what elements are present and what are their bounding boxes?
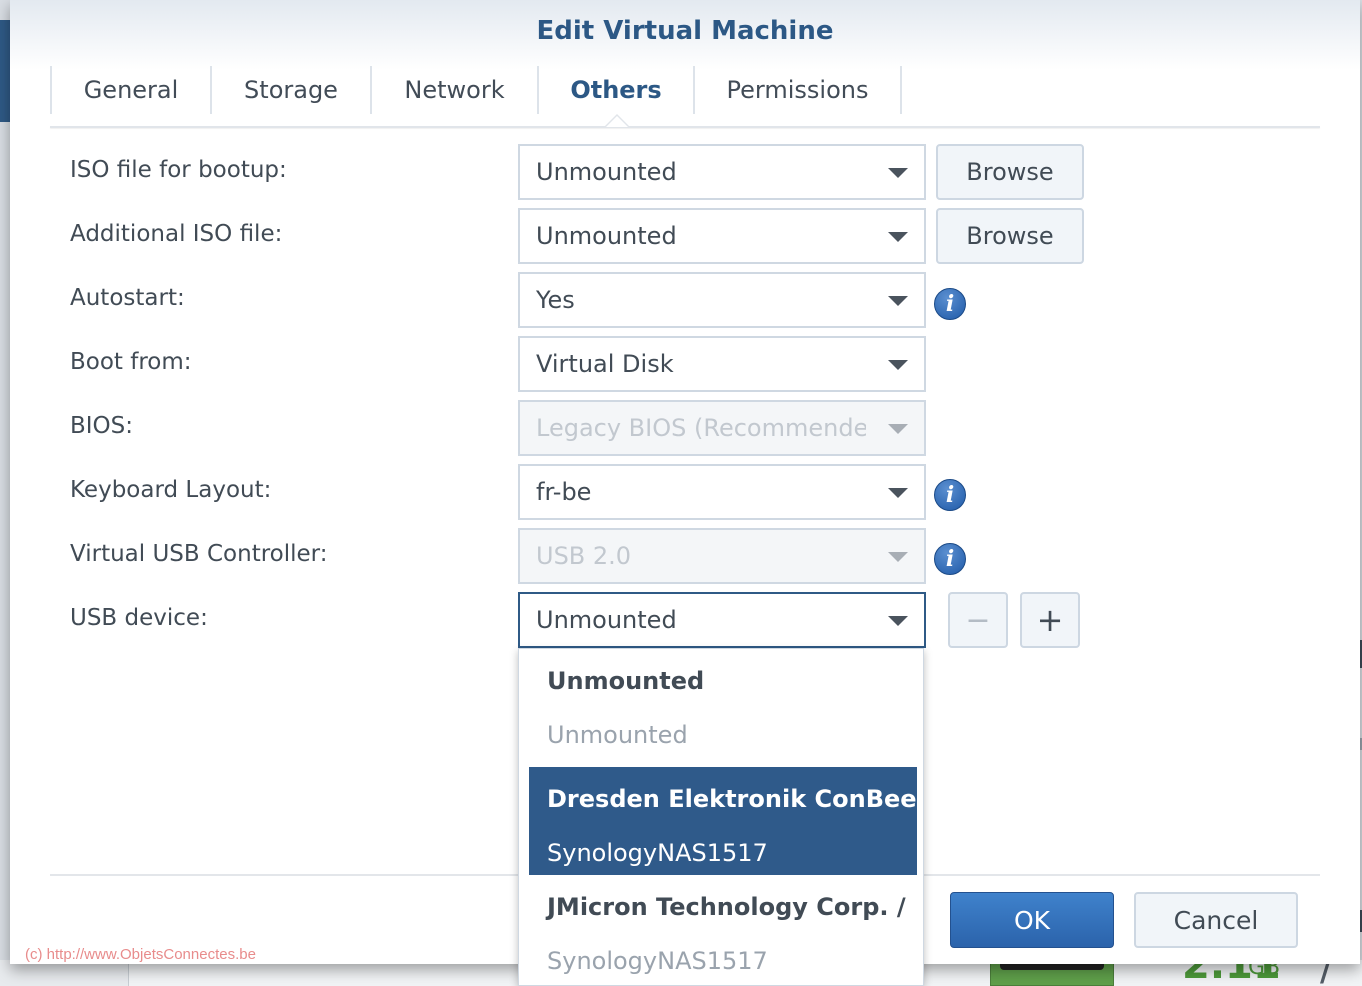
usb-controller-info-icon[interactable]: i (934, 543, 966, 575)
additional-iso-value: Unmounted (536, 222, 677, 250)
tab-permissions[interactable]: Permissions (693, 66, 902, 114)
tab-storage[interactable]: Storage (210, 66, 370, 114)
ok-button[interactable]: OK (950, 892, 1114, 948)
option-title: Unmounted (547, 667, 705, 695)
cancel-button[interactable]: Cancel (1134, 892, 1298, 948)
boot-from-label: Boot from: (70, 349, 192, 375)
keyboard-layout-value: fr-be (536, 478, 592, 506)
chevron-down-icon (888, 616, 908, 626)
bios-label: BIOS: (70, 413, 134, 439)
autostart-value: Yes (536, 286, 575, 314)
usb-controller-select: USB 2.0 (518, 528, 926, 584)
usb-option-conbee[interactable]: Dresden Elektronik ConBee SynologyNAS151… (529, 767, 917, 875)
chevron-down-icon (888, 296, 908, 306)
option-title: Dresden Elektronik ConBee (547, 785, 917, 813)
chevron-down-icon (888, 232, 908, 242)
chevron-down-icon (888, 424, 908, 434)
bios-value: Legacy BIOS (Recommended) (536, 414, 866, 442)
dialog-title: Edit Virtual Machine (536, 16, 834, 46)
additional-iso-browse-button[interactable]: Browse (936, 208, 1084, 264)
tab-network[interactable]: Network (370, 66, 537, 114)
tab-others[interactable]: Others (537, 66, 693, 114)
keyboard-layout-select[interactable]: fr-be (518, 464, 926, 520)
usb-device-dropdown: Unmounted Unmounted Dresden Elektronik C… (518, 648, 924, 986)
dialog-header: Edit Virtual Machine (10, 0, 1360, 70)
iso-bootup-label: ISO file for bootup: (70, 157, 287, 183)
usb-option-jmicron[interactable]: JMicron Technology Corp. / SynologyNAS15… (529, 875, 917, 983)
boot-from-select[interactable]: Virtual Disk (518, 336, 926, 392)
boot-from-value: Virtual Disk (536, 350, 674, 378)
usb-device-label: USB device: (70, 605, 208, 631)
additional-iso-label: Additional ISO file: (70, 221, 283, 247)
option-subtitle: Unmounted (547, 721, 688, 749)
bios-select: Legacy BIOS (Recommended) (518, 400, 926, 456)
usb-device-select[interactable]: Unmounted (518, 592, 926, 648)
chevron-down-icon (888, 552, 908, 562)
remove-usb-device-button[interactable]: − (948, 592, 1008, 648)
additional-iso-select[interactable]: Unmounted (518, 208, 926, 264)
chevron-down-icon (888, 488, 908, 498)
usb-option-unmounted[interactable]: Unmounted Unmounted (529, 649, 917, 757)
usb-device-value: Unmounted (536, 606, 677, 634)
add-usb-device-button[interactable]: + (1020, 592, 1080, 648)
option-title: JMicron Technology Corp. / (547, 893, 906, 921)
watermark: (c) http://www.ObjetsConnectes.be (25, 946, 256, 963)
iso-bootup-browse-button[interactable]: Browse (936, 144, 1084, 200)
plus-icon: + (1036, 601, 1064, 639)
autostart-select[interactable]: Yes (518, 272, 926, 328)
active-tab-indicator (604, 114, 630, 127)
option-subtitle: SynologyNAS1517 (547, 947, 768, 975)
tab-general[interactable]: General (50, 66, 210, 114)
chevron-down-icon (888, 168, 908, 178)
tab-bar: General Storage Network Others Permissio… (50, 66, 902, 114)
autostart-info-icon[interactable]: i (934, 288, 966, 320)
iso-bootup-value: Unmounted (536, 158, 677, 186)
background-sidebar-edge (0, 20, 10, 122)
option-subtitle: SynologyNAS1517 (547, 839, 768, 867)
tabs-divider (50, 126, 1320, 128)
chevron-down-icon (888, 360, 908, 370)
keyboard-layout-label: Keyboard Layout: (70, 477, 272, 503)
usb-controller-value: USB 2.0 (536, 542, 632, 570)
iso-bootup-select[interactable]: Unmounted (518, 144, 926, 200)
minus-icon: − (965, 602, 991, 638)
keyboard-layout-info-icon[interactable]: i (934, 479, 966, 511)
autostart-label: Autostart: (70, 285, 185, 311)
usb-controller-label: Virtual USB Controller: (70, 541, 328, 567)
